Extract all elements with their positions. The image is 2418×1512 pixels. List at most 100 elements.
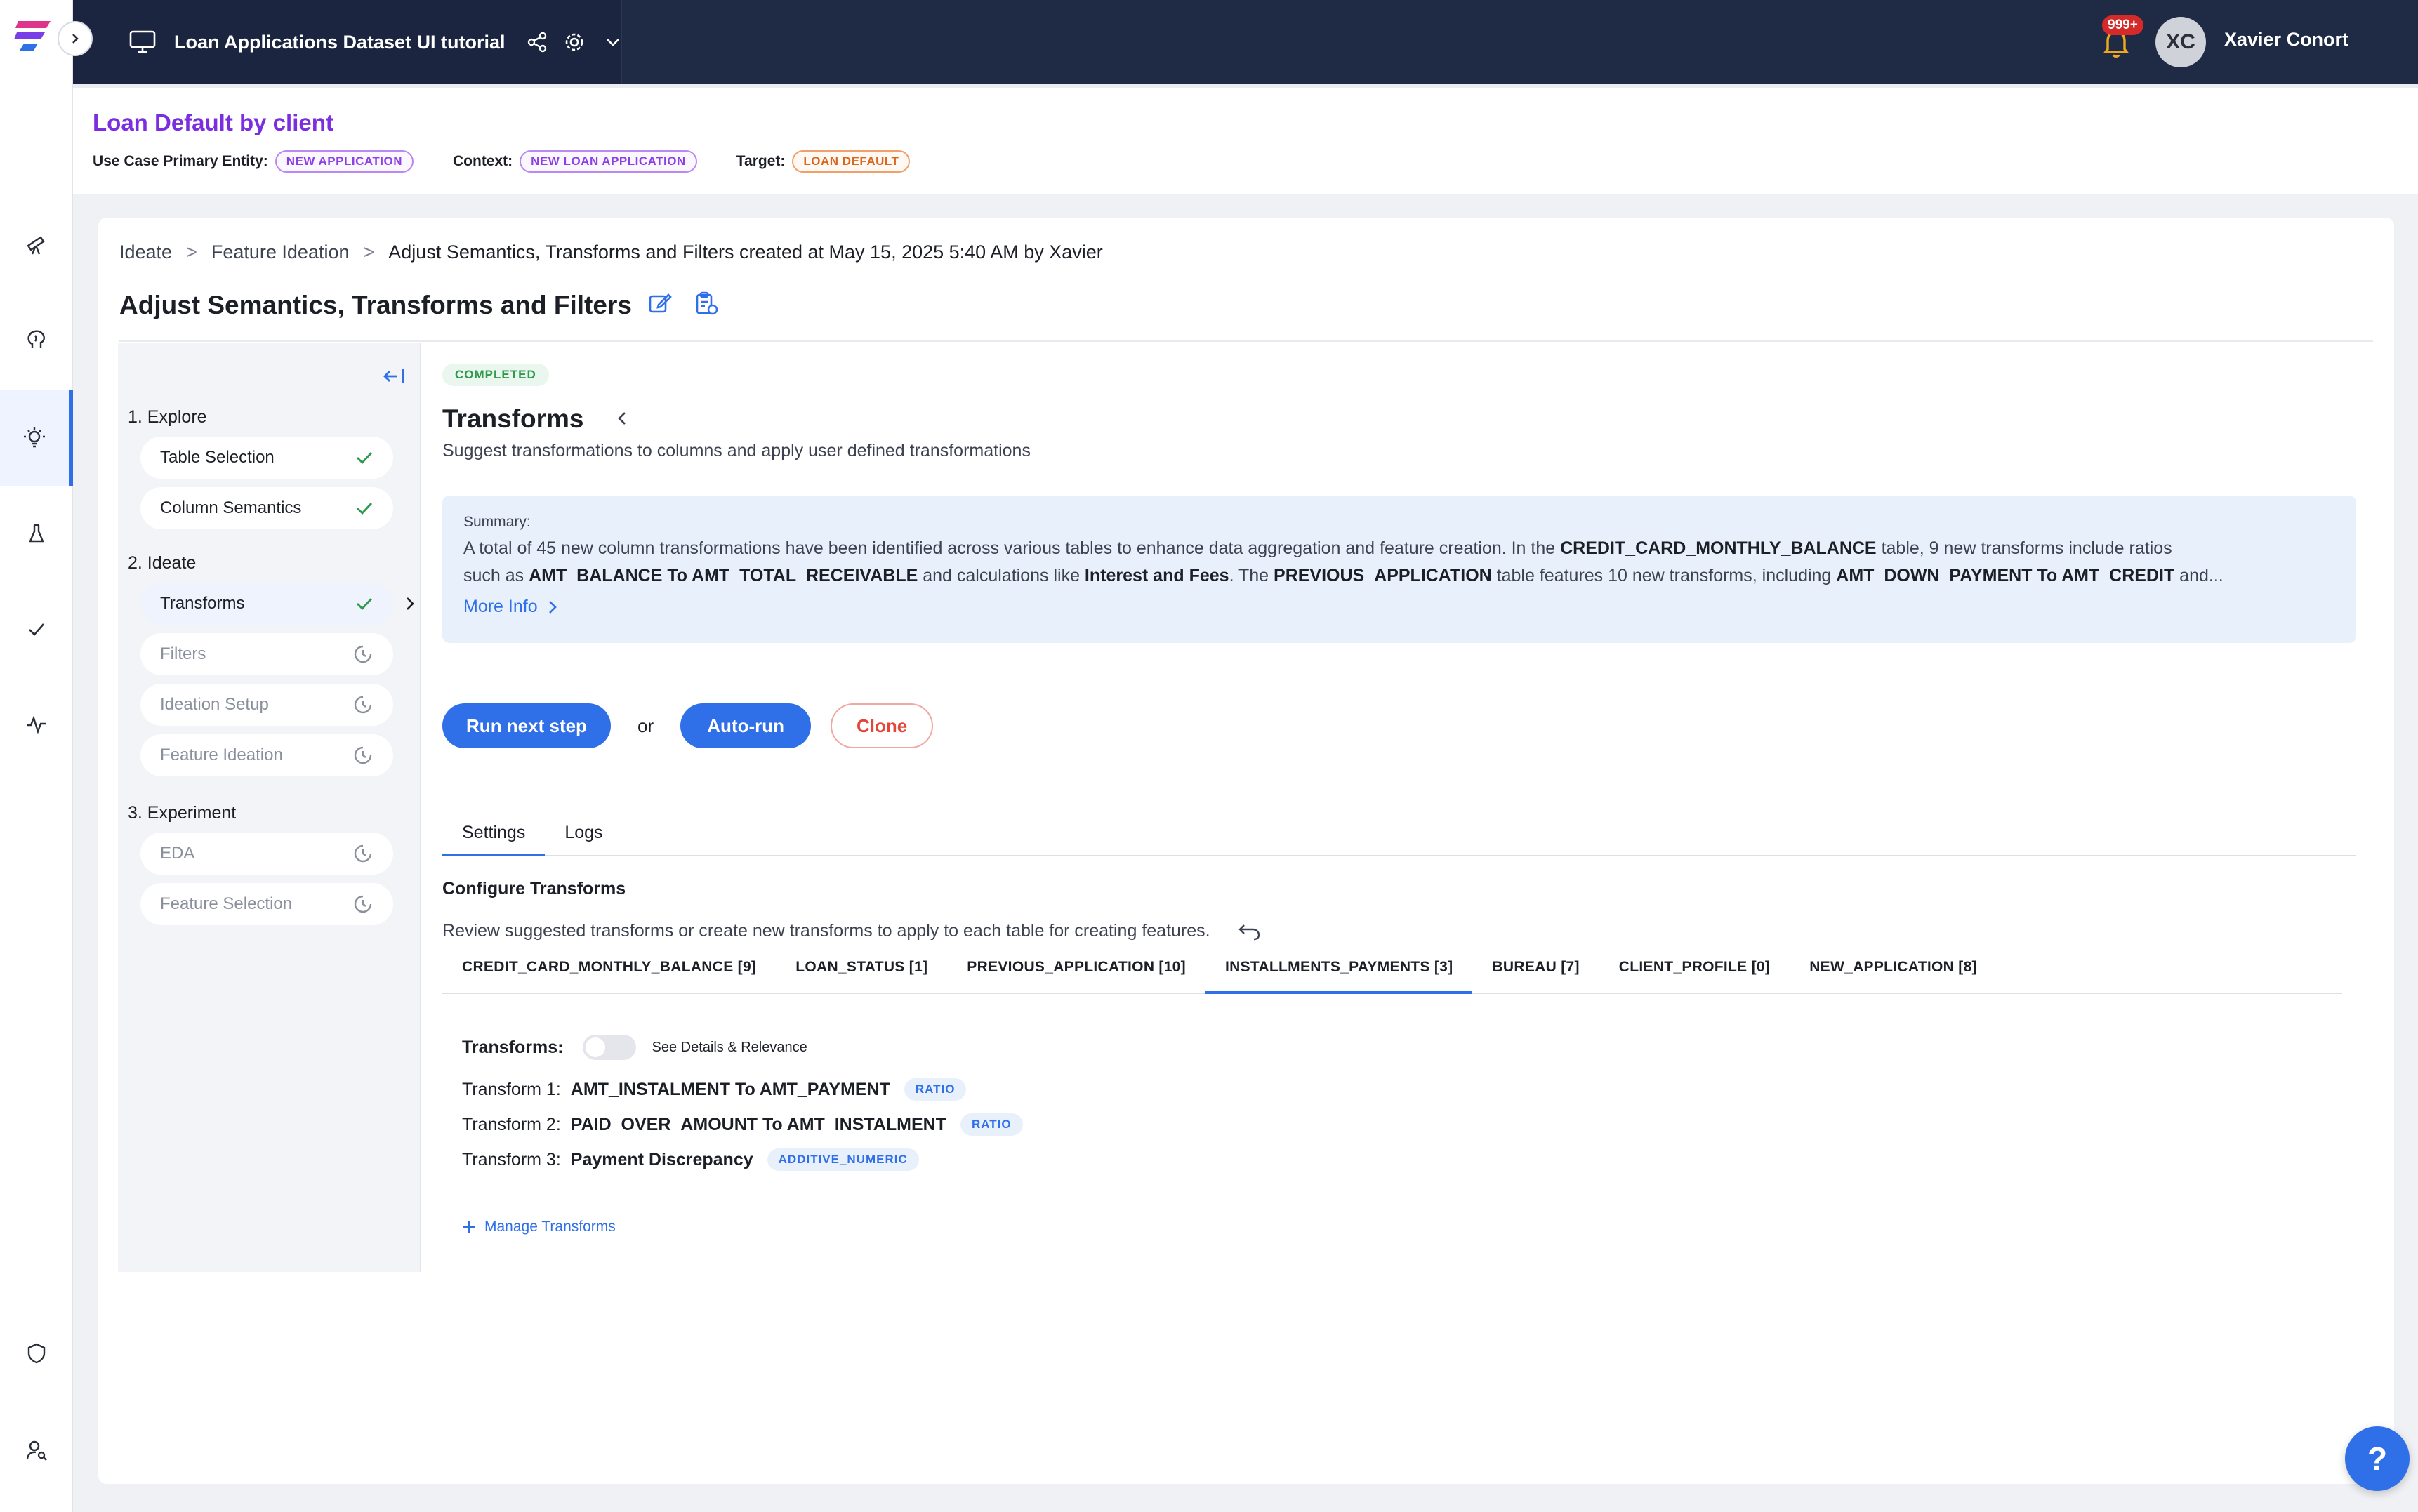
configure-subtitle: Review suggested transforms or create ne… bbox=[442, 921, 1210, 941]
summary-text-bold: AMT_DOWN_PAYMENT To AMT_CREDIT bbox=[1836, 566, 2175, 585]
configure-subtitle-row: Review suggested transforms or create ne… bbox=[442, 921, 1261, 941]
tab-client-profile[interactable]: CLIENT_PROFILE [0] bbox=[1599, 952, 1790, 994]
pending-clock-icon bbox=[354, 844, 372, 863]
primary-entity-pill: NEW APPLICATION bbox=[275, 150, 414, 173]
help-button[interactable]: ? bbox=[2345, 1426, 2410, 1491]
rail-user-search-icon[interactable] bbox=[0, 1402, 73, 1498]
toggle-label: See Details & Relevance bbox=[652, 1039, 807, 1055]
primary-entity-label: Use Case Primary Entity: bbox=[93, 153, 268, 169]
tab-settings[interactable]: Settings bbox=[442, 818, 546, 856]
summary-box: Summary: A total of 45 new column transf… bbox=[442, 496, 2356, 643]
manage-transforms-link[interactable]: Manage Transforms bbox=[462, 1219, 616, 1235]
summary-label: Summary: bbox=[463, 514, 531, 530]
breadcrumb-current: Adjust Semantics, Transforms and Filters… bbox=[388, 241, 1103, 263]
toggle-knob bbox=[586, 1037, 606, 1057]
edit-icon[interactable] bbox=[647, 291, 673, 319]
step-filters[interactable]: Filters bbox=[140, 633, 393, 675]
tab-credit-card-monthly-balance[interactable]: CREDIT_CARD_MONTHLY_BALANCE [9] bbox=[442, 952, 776, 994]
status-badge: COMPLETED bbox=[442, 364, 549, 386]
step-label: Table Selection bbox=[160, 448, 275, 467]
rail-brain-icon[interactable] bbox=[0, 292, 73, 387]
context-label: Context: bbox=[453, 153, 513, 169]
clipboard-info-icon[interactable] bbox=[694, 291, 719, 319]
step-table-selection[interactable]: Table Selection bbox=[140, 437, 393, 479]
step-feature-selection[interactable]: Feature Selection bbox=[140, 883, 393, 925]
rail-ideate-bulb-icon[interactable] bbox=[0, 390, 73, 486]
user-name[interactable]: Xavier Conort bbox=[2224, 29, 2348, 51]
summary-text-bold: CREDIT_CARD_MONTHLY_BALANCE bbox=[1560, 538, 1877, 558]
rail-check-icon[interactable] bbox=[0, 581, 73, 677]
step-eda[interactable]: EDA bbox=[140, 833, 393, 875]
undo-icon[interactable] bbox=[1237, 922, 1261, 941]
app-logo[interactable] bbox=[14, 17, 55, 55]
title-divider bbox=[119, 340, 2373, 342]
collapse-panel-icon[interactable] bbox=[382, 366, 406, 390]
transform-row[interactable]: Transform 3: Payment Discrepancy ADDITIV… bbox=[462, 1148, 919, 1171]
summary-text-part: table, 9 new transforms include ratios bbox=[1876, 538, 2172, 558]
transforms-header: Transforms: See Details & Relevance bbox=[462, 1035, 807, 1060]
transform-row[interactable]: Transform 1: AMT_INSTALMENT To AMT_PAYME… bbox=[462, 1078, 967, 1101]
more-info-link[interactable]: More Info bbox=[463, 597, 2335, 617]
section-subtitle: Suggest transformations to columns and a… bbox=[442, 441, 1031, 460]
rail-shield-icon[interactable] bbox=[0, 1306, 73, 1401]
rail-flask-icon[interactable] bbox=[0, 486, 73, 581]
step-transforms[interactable]: Transforms bbox=[140, 583, 414, 625]
tab-new-application[interactable]: NEW_APPLICATION [8] bbox=[1790, 952, 1997, 994]
step-feature-ideation[interactable]: Feature Ideation bbox=[140, 734, 393, 776]
tab-installments-payments[interactable]: INSTALLMENTS_PAYMENTS [3] bbox=[1205, 952, 1473, 994]
chevron-right-icon bbox=[72, 34, 79, 44]
project-selector[interactable]: Loan Applications Dataset UI tutorial bbox=[73, 0, 622, 84]
nav-rail bbox=[0, 0, 73, 1512]
target-label: Target: bbox=[736, 153, 786, 169]
transform-name: Payment Discrepancy bbox=[570, 1149, 753, 1169]
tab-previous-application[interactable]: PREVIOUS_APPLICATION [10] bbox=[947, 952, 1205, 994]
breadcrumb-ideate[interactable]: Ideate bbox=[119, 241, 172, 263]
step-label: EDA bbox=[160, 844, 195, 863]
share-icon[interactable] bbox=[527, 32, 548, 53]
check-icon bbox=[357, 503, 373, 515]
tab-logs[interactable]: Logs bbox=[545, 818, 622, 856]
rail-activity-icon[interactable] bbox=[0, 677, 73, 772]
transform-prefix: Transform 1: bbox=[462, 1079, 561, 1099]
action-buttons: Run next step or Auto-run Clone bbox=[442, 703, 934, 748]
section-ideate: 2. Ideate bbox=[128, 553, 197, 573]
run-next-step-button[interactable]: Run next step bbox=[442, 703, 611, 748]
step-label: Feature Ideation bbox=[160, 745, 283, 764]
notifications-count-badge: 999+ bbox=[2102, 15, 2143, 35]
chevron-right-icon bbox=[548, 600, 557, 614]
section-experiment: 3. Experiment bbox=[128, 803, 237, 823]
step-label: Filters bbox=[160, 644, 206, 663]
step-ideation-setup[interactable]: Ideation Setup bbox=[140, 684, 393, 726]
chevron-down-icon[interactable] bbox=[605, 37, 621, 47]
check-icon bbox=[357, 452, 373, 465]
step-label: Feature Selection bbox=[160, 894, 293, 913]
transform-row[interactable]: Transform 2: PAID_OVER_AMOUNT To AMT_INS… bbox=[462, 1113, 1023, 1136]
gear-icon[interactable] bbox=[563, 31, 586, 53]
details-relevance-toggle[interactable] bbox=[583, 1035, 637, 1060]
more-info-label: More Info bbox=[463, 597, 538, 616]
summary-text-part: A total of 45 new column transformations… bbox=[463, 538, 1561, 558]
summary-text-part: table features 10 new transforms, includ… bbox=[1491, 566, 1837, 585]
transform-prefix: Transform 3: bbox=[462, 1149, 561, 1169]
breadcrumb-feature-ideation[interactable]: Feature Ideation bbox=[211, 241, 350, 263]
steps-panel: 1. Explore Table Selection Column Semant… bbox=[118, 343, 421, 1272]
step-label: Column Semantics bbox=[160, 498, 302, 517]
transform-prefix: Transform 2: bbox=[462, 1114, 561, 1134]
section-title: Transforms bbox=[442, 404, 584, 433]
clone-button[interactable]: Clone bbox=[831, 703, 934, 748]
tab-loan-status[interactable]: LOAN_STATUS [1] bbox=[776, 952, 947, 994]
pending-clock-icon bbox=[354, 645, 372, 663]
step-label: Ideation Setup bbox=[160, 695, 269, 714]
expand-nav-button[interactable] bbox=[58, 21, 93, 56]
step-column-semantics[interactable]: Column Semantics bbox=[140, 487, 393, 529]
rail-telescope-icon[interactable] bbox=[0, 197, 73, 292]
or-label: or bbox=[637, 715, 654, 736]
project-name: Loan Applications Dataset UI tutorial bbox=[174, 31, 506, 53]
summary-text-bold: PREVIOUS_APPLICATION bbox=[1274, 566, 1492, 585]
auto-run-button[interactable]: Auto-run bbox=[680, 703, 812, 748]
chevron-left-icon[interactable] bbox=[616, 410, 628, 430]
tab-bureau[interactable]: BUREAU [7] bbox=[1472, 952, 1599, 994]
use-case-title[interactable]: Loan Default by client bbox=[93, 110, 333, 136]
summary-text-part: and calculations like bbox=[918, 566, 1085, 585]
avatar[interactable]: XC bbox=[2155, 17, 2206, 67]
